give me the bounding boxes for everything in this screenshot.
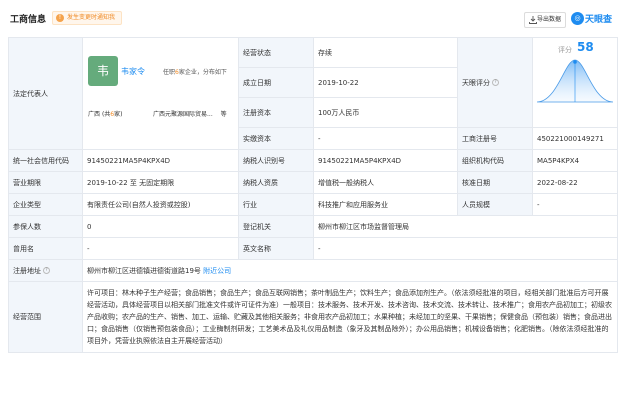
industry-value: 科技推广和应用服务业 — [313, 193, 458, 216]
credit-code-value: 91450221MA5P4KPX4D — [82, 149, 239, 172]
brand-eye-icon: ◎ — [571, 12, 584, 25]
score-label-cell: 天眼评分? — [457, 37, 533, 128]
more-label: 等 — [220, 111, 227, 118]
nearby-companies-link[interactable]: 附近公司 — [203, 267, 231, 275]
former-name-label: 曾用名 — [8, 237, 83, 260]
reg-no-value: 450221000149271 — [532, 127, 618, 150]
industry-label: 行业 — [238, 193, 314, 216]
company-hint-text: 广西元聚源国际贸易... — [153, 111, 213, 118]
desc-suffix: 家企业，分布如下 — [178, 69, 227, 76]
staff-size-value: - — [532, 193, 618, 216]
legal-rep-name[interactable]: 韦家令 — [121, 66, 145, 77]
org-code-label: 组织机构代码 — [457, 149, 533, 172]
avatar[interactable]: 韦 — [88, 56, 118, 86]
help-icon[interactable]: ? — [43, 267, 50, 274]
org-code-value: MA5P4KPX4 — [532, 149, 618, 172]
legal-rep-label: 法定代表人 — [8, 37, 83, 150]
paid-capital-value: - — [313, 127, 458, 150]
help-icon[interactable]: ? — [492, 79, 499, 86]
term-label: 营业期限 — [8, 171, 83, 194]
staff-size-label: 人员规模 — [457, 193, 533, 216]
approval-date-value: 2022-08-22 — [532, 171, 618, 194]
score-value: 58 — [577, 40, 594, 54]
region-name: 广西 — [88, 111, 101, 118]
company-hint[interactable]: 广西元聚源国际贸易... 等 — [153, 109, 227, 118]
score-cell: 评分 58 — [532, 37, 618, 128]
change-notify-badge[interactable]: ! 发生变更时通知我 — [52, 11, 123, 25]
section-title: 工商信息 — [10, 15, 47, 25]
address-value: 柳州市柳江区进德镇进德街道路19号 — [87, 266, 201, 275]
score-row-label: 天眼评分 — [462, 78, 490, 87]
brand-name: 天眼查 — [585, 15, 613, 25]
score-distribution-chart — [536, 59, 614, 103]
approval-date-label: 核准日期 — [457, 171, 533, 194]
address-cell: 柳州市柳江区进德镇进德街道路19号 附近公司 — [82, 259, 618, 282]
reg-authority-label: 登记机关 — [238, 215, 314, 238]
scope-label: 经营范围 — [8, 281, 83, 353]
reg-no-label: 工商注册号 — [457, 127, 533, 150]
english-name-value: - — [313, 237, 618, 260]
reg-capital-label: 注册资本 — [238, 97, 314, 128]
company-type-value: 有限责任公司(自然人投资或控股) — [82, 193, 239, 216]
section-header: 工商信息 ! 发生变更时通知我 导出数据 ◎ 天眼查 — [0, 0, 621, 34]
bell-icon: ! — [56, 14, 64, 22]
former-name-value: - — [82, 237, 239, 260]
term-value: 2019-10-22 至 无固定期限 — [82, 171, 239, 194]
credit-code-label: 统一社会信用代码 — [8, 149, 83, 172]
legal-rep-cell — [82, 37, 239, 150]
region-count-suffix: 家) — [114, 111, 123, 118]
download-icon — [529, 16, 537, 24]
paid-capital-label: 实缴资本 — [238, 127, 314, 150]
status-label: 经营状态 — [238, 37, 314, 68]
score-caption: 评分 — [558, 46, 572, 54]
insured-label: 参保人数 — [8, 215, 83, 238]
established-value: 2019-10-22 — [313, 67, 458, 98]
address-label-cell: 注册地址? — [8, 259, 83, 282]
company-type-label: 企业类型 — [8, 193, 83, 216]
address-label: 注册地址 — [13, 266, 41, 275]
export-data-label: 导出数据 — [536, 16, 561, 23]
legal-rep-desc: 任职6家企业，分布如下 — [163, 67, 227, 76]
status-value: 存续 — [313, 37, 458, 68]
reg-capital-value: 100万人民币 — [313, 97, 458, 128]
scope-value: 许可项目：林木种子生产经营；食品销售；食品生产；食品互联网销售；茶叶制品生产；饮… — [82, 281, 618, 353]
desc-prefix: 任职 — [163, 69, 176, 76]
established-label: 成立日期 — [238, 67, 314, 98]
change-notify-label: 发生变更时通知我 — [67, 14, 116, 21]
region-summary[interactable]: 广西 (共6家) — [88, 109, 122, 118]
taxpayer-type-value: 增值税一般纳税人 — [313, 171, 458, 194]
insured-value: 0 — [82, 215, 239, 238]
export-data-button[interactable]: 导出数据 — [524, 12, 566, 28]
taxpayer-type-label: 纳税人资质 — [238, 171, 314, 194]
english-name-label: 英文名称 — [238, 237, 314, 260]
reg-authority-value: 柳州市柳江区市场监督管理局 — [313, 215, 618, 238]
taxpayer-id-value: 91450221MA5P4KPX4D — [313, 149, 458, 172]
taxpayer-id-label: 纳税人识别号 — [238, 149, 314, 172]
